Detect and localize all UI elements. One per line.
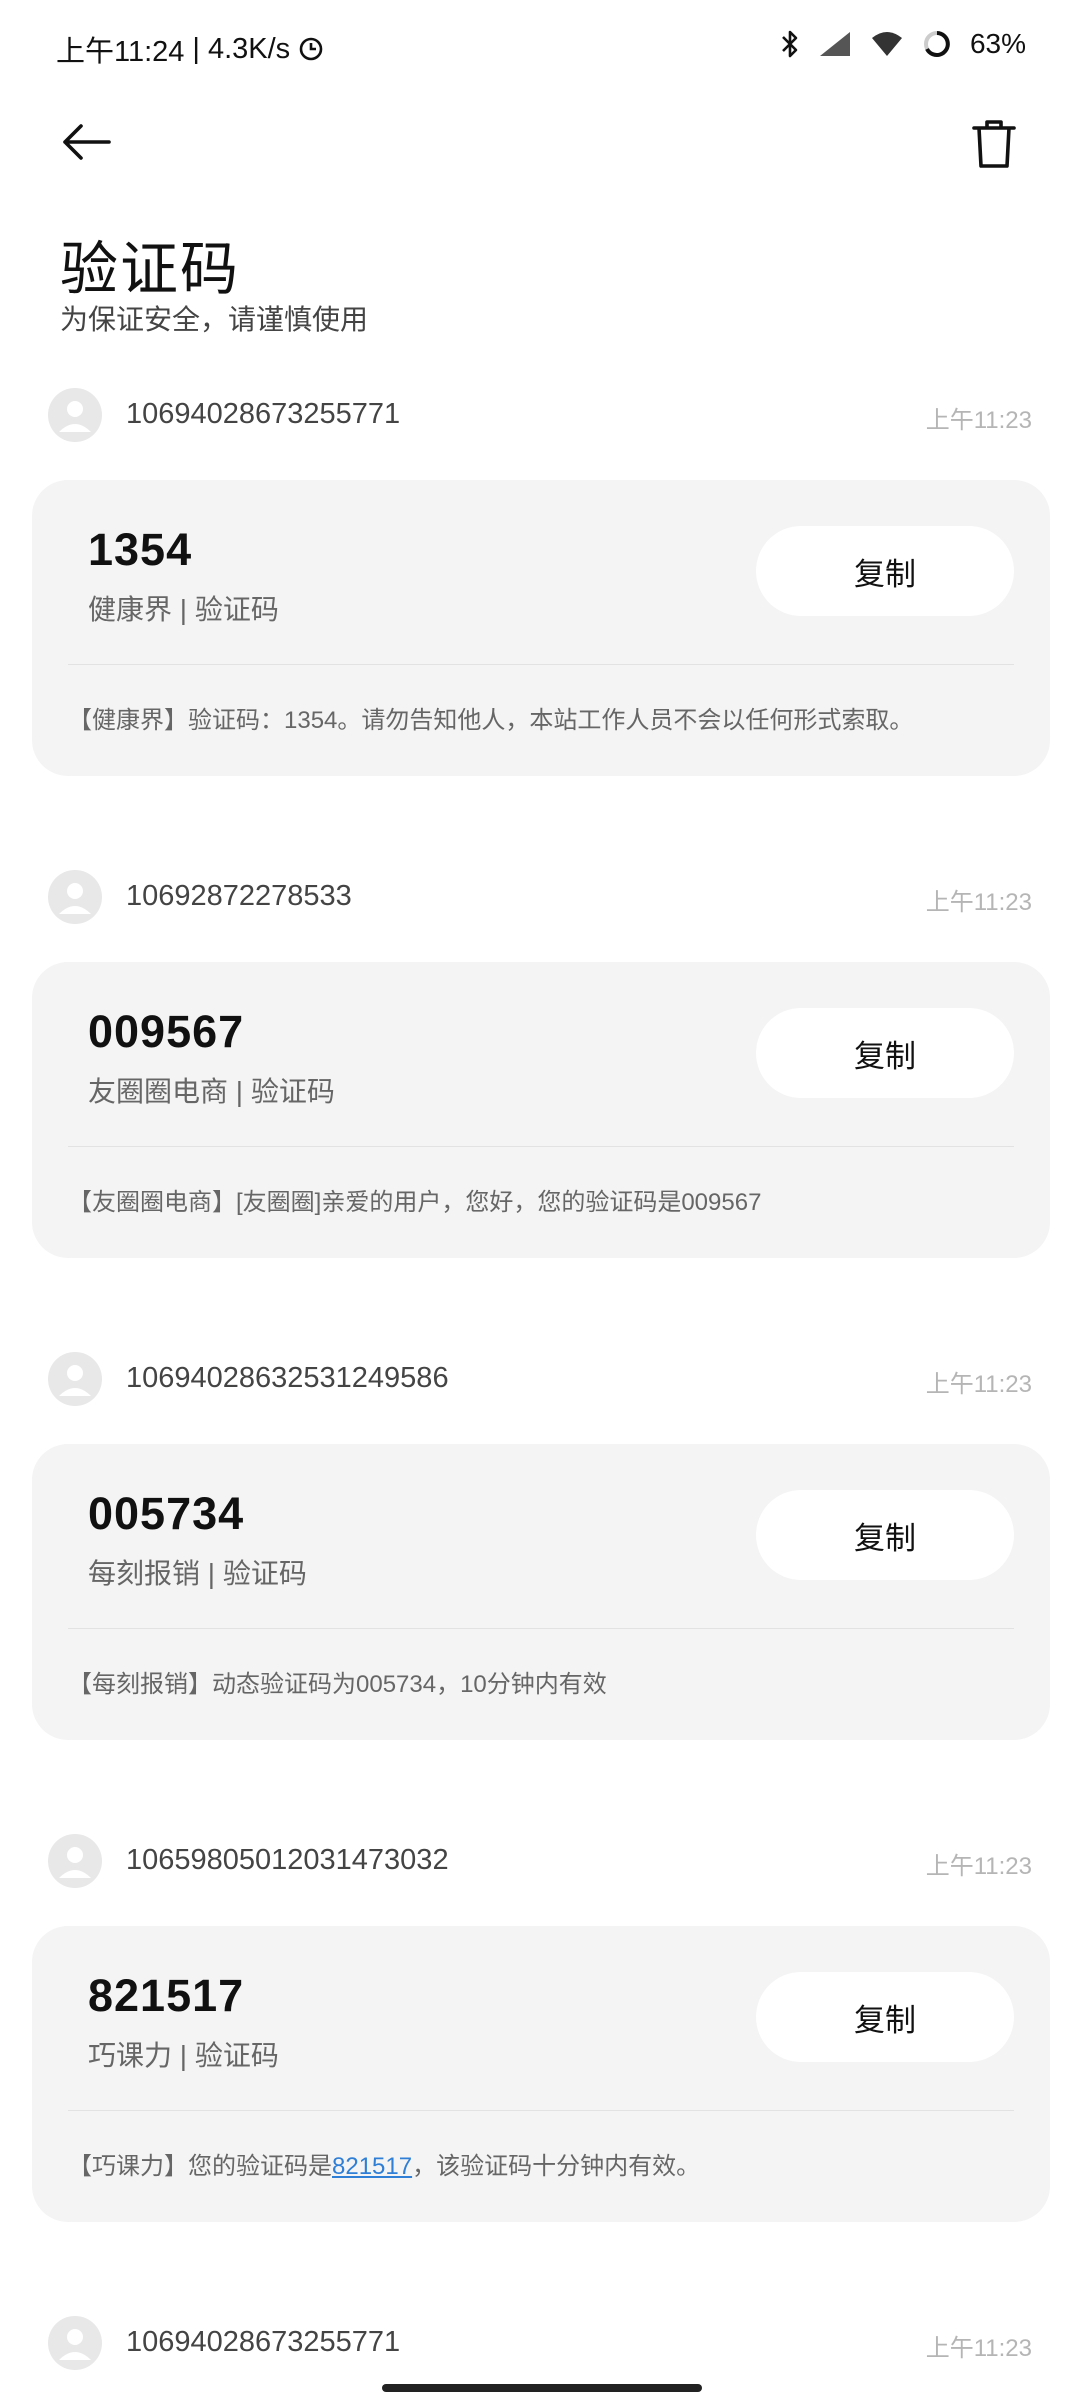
battery-percent: 63% xyxy=(969,28,1026,59)
divider xyxy=(68,2110,1014,2111)
arrow-left-icon xyxy=(59,122,113,167)
trash-icon xyxy=(970,118,1018,175)
verification-code: 821517 xyxy=(88,1970,245,2021)
verification-code: 009567 xyxy=(88,1006,245,1057)
message-group: 10694028673255771 上午11:23 xyxy=(0,2314,1080,2374)
battery-ring-icon xyxy=(922,29,952,59)
status-right: 63% xyxy=(780,28,1026,60)
sender-number: 10692872278533 xyxy=(126,880,352,912)
message-body: 【每刻报销】动态验证码为005734，10分钟内有效 xyxy=(68,1671,607,1698)
status-separator: | xyxy=(192,32,200,65)
clock-icon xyxy=(298,36,324,62)
avatar[interactable] xyxy=(48,388,102,442)
message-group: 10694028673255771 上午11:23 1354 健康界 | 验证码… xyxy=(0,386,1080,776)
message-body-suffix: ，该验证码十分钟内有效。 xyxy=(412,2153,701,2180)
person-icon xyxy=(59,401,91,432)
divider xyxy=(68,664,1014,665)
network-speed: 4.3K/s xyxy=(207,32,291,65)
code-source: 每刻报销 | 验证码 xyxy=(88,1558,307,1589)
wifi-icon xyxy=(870,30,904,58)
message-group: 10692872278533 上午11:23 009567 友圈圈电商 | 验证… xyxy=(0,868,1080,1258)
message-body: 【健康界】验证码：1354。请勿告知他人，本站工作人员不会以任何形式索取。 xyxy=(68,707,914,734)
message-time: 上午11:23 xyxy=(925,1853,1032,1880)
copy-button[interactable]: 复制 xyxy=(756,1490,1014,1580)
divider xyxy=(68,1146,1014,1147)
page-title: 验证码 xyxy=(60,237,241,302)
code-card: 009567 友圈圈电商 | 验证码 复制 【友圈圈电商】[友圈圈]亲爱的用户，… xyxy=(32,962,1050,1258)
message-time: 上午11:23 xyxy=(925,407,1032,434)
sender-row: 10694028673255771 上午11:23 xyxy=(0,2314,1080,2374)
code-source: 友圈圈电商 | 验证码 xyxy=(88,1076,335,1107)
avatar[interactable] xyxy=(48,1352,102,1406)
sender-number: 10694028673255771 xyxy=(126,398,401,430)
message-body: 【友圈圈电商】[友圈圈]亲爱的用户，您好，您的验证码是009567 xyxy=(68,1189,762,1216)
sender-row: 10659805012031473032 上午11:23 xyxy=(0,1832,1080,1892)
sender-row: 10694028632531249586 上午11:23 xyxy=(0,1350,1080,1410)
copy-button[interactable]: 复制 xyxy=(756,1008,1014,1098)
delete-button[interactable] xyxy=(958,110,1030,182)
code-source: 巧课力 | 验证码 xyxy=(88,2040,279,2071)
status-time: 上午11:24 xyxy=(56,36,185,68)
message-time: 上午11:23 xyxy=(925,2335,1032,2362)
verification-code: 1354 xyxy=(88,524,193,575)
person-icon xyxy=(59,1365,91,1396)
bluetooth-icon xyxy=(780,29,800,59)
person-icon xyxy=(59,883,91,914)
copy-button[interactable]: 复制 xyxy=(756,526,1014,616)
sender-row: 10694028673255771 上午11:23 xyxy=(0,386,1080,446)
message-group: 10694028632531249586 上午11:23 005734 每刻报销… xyxy=(0,1350,1080,1740)
avatar[interactable] xyxy=(48,870,102,924)
message-body-prefix: 【巧课力】您的验证码是 xyxy=(68,2153,332,2180)
message-body: 【巧课力】您的验证码是821517，该验证码十分钟内有效。 xyxy=(68,2146,700,2181)
message-time: 上午11:23 xyxy=(925,1371,1032,1398)
sender-number: 10694028632531249586 xyxy=(126,1362,449,1394)
sender-number: 10659805012031473032 xyxy=(126,1844,449,1876)
copy-button[interactable]: 复制 xyxy=(756,1972,1014,2062)
home-indicator[interactable] xyxy=(382,2384,702,2392)
sender-row: 10692872278533 上午11:23 xyxy=(0,868,1080,928)
signal-icon xyxy=(818,30,852,58)
code-source: 健康界 | 验证码 xyxy=(88,594,279,625)
person-icon xyxy=(59,1847,91,1878)
back-button[interactable] xyxy=(50,112,122,176)
page-subtitle: 为保证安全，请谨慎使用 xyxy=(60,304,369,335)
sender-number: 10694028673255771 xyxy=(126,2326,401,2358)
code-link[interactable]: 821517 xyxy=(332,2153,412,2180)
status-left: 上午11:24 | 4.3K/s xyxy=(56,28,324,70)
avatar[interactable] xyxy=(48,2316,102,2370)
status-bar: 上午11:24 | 4.3K/s 63% xyxy=(0,0,1080,96)
code-card: 1354 健康界 | 验证码 复制 【健康界】验证码：1354。请勿告知他人，本… xyxy=(32,480,1050,776)
code-card: 821517 巧课力 | 验证码 复制 【巧课力】您的验证码是821517，该验… xyxy=(32,1926,1050,2222)
divider xyxy=(68,1628,1014,1629)
message-group: 10659805012031473032 上午11:23 821517 巧课力 … xyxy=(0,1832,1080,2222)
code-card: 005734 每刻报销 | 验证码 复制 【每刻报销】动态验证码为005734，… xyxy=(32,1444,1050,1740)
verification-code: 005734 xyxy=(88,1488,245,1539)
message-time: 上午11:23 xyxy=(925,889,1032,916)
avatar[interactable] xyxy=(48,1834,102,1888)
person-icon xyxy=(59,2329,91,2360)
